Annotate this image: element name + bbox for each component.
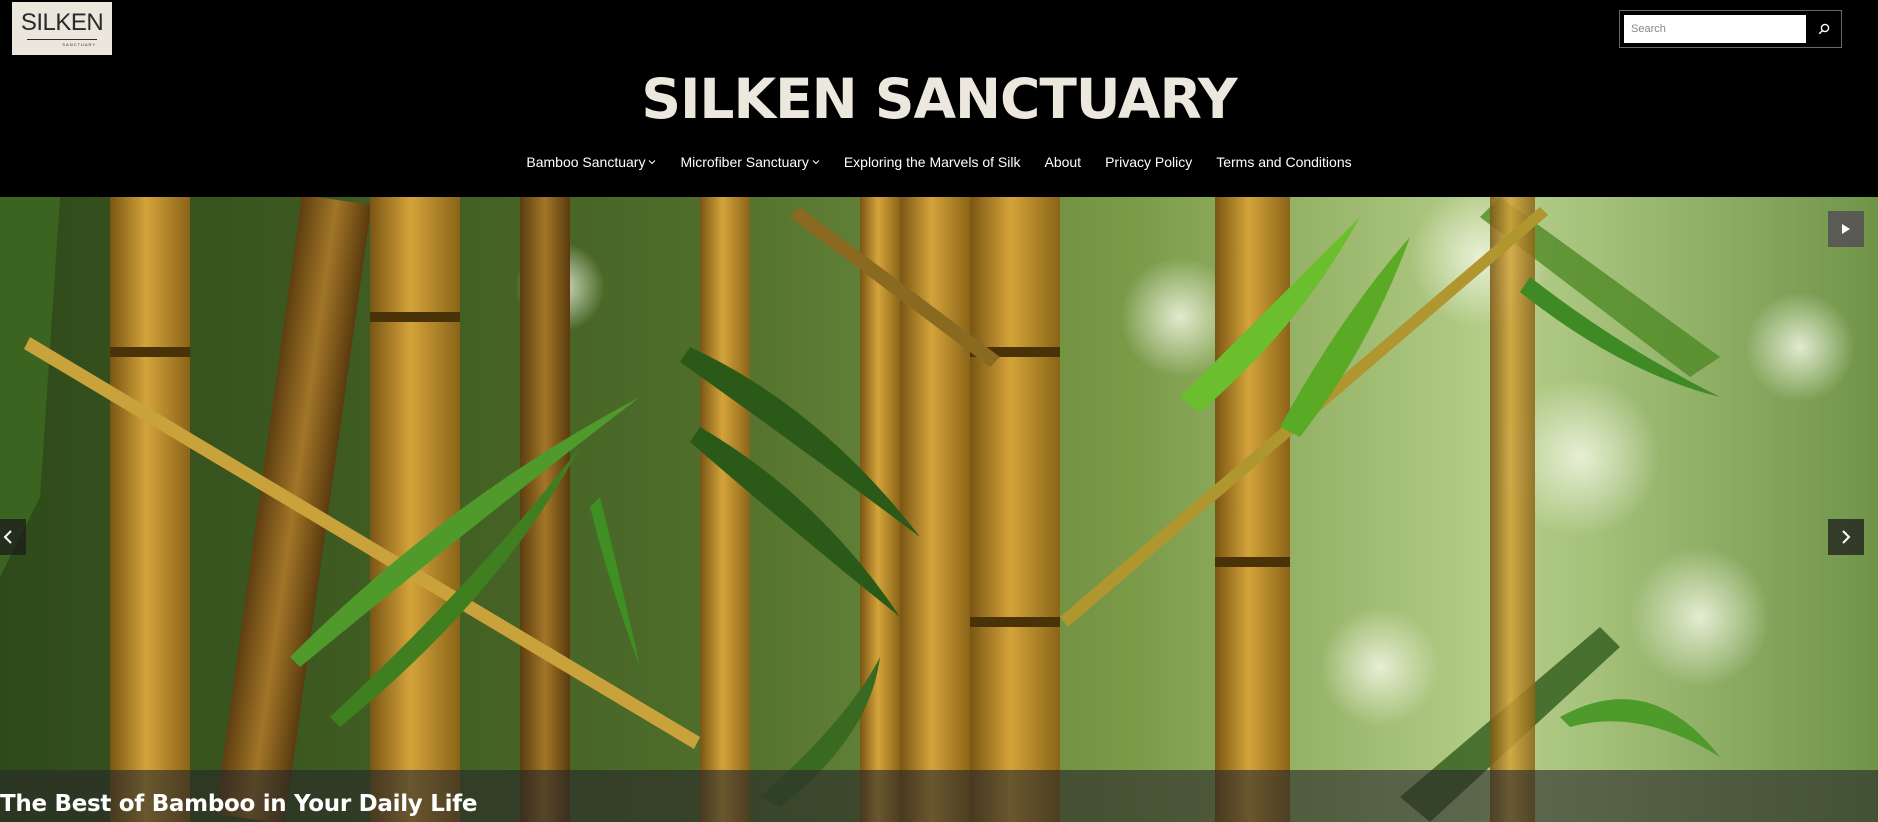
chevron-down-icon [812, 160, 820, 165]
search-button[interactable] [1810, 15, 1838, 43]
chevron-right-icon [1842, 530, 1851, 544]
chevron-left-icon [3, 530, 12, 544]
site-logo[interactable]: SILKEN SANCTUARY [12, 2, 112, 55]
bamboo-forest-image [0, 197, 1878, 822]
slider-next-button[interactable] [1828, 519, 1864, 555]
nav-item-about[interactable]: About [1044, 154, 1081, 170]
nav-item-microfiber-sanctuary[interactable]: Microfiber Sanctuary [680, 154, 820, 170]
chevron-down-icon [649, 160, 656, 165]
slide-caption[interactable]: The Best of Bamboo in Your Daily Life [0, 791, 477, 817]
site-title[interactable]: SILKEN SANCTUARY [0, 64, 1878, 134]
logo-subtext: SANCTUARY [62, 41, 96, 47]
nav-item-label: Exploring the Marvels of Silk [843, 154, 1021, 170]
nav-item-bamboo-sanctuary[interactable]: Bamboo Sanctuary [526, 154, 656, 170]
nav-item-label: Bamboo Sanctuary [526, 154, 646, 170]
slider-prev-button[interactable] [0, 519, 26, 555]
nav-item-label: Terms and Conditions [1216, 154, 1352, 170]
play-icon [1842, 224, 1850, 234]
search-form [1619, 10, 1842, 48]
main-navigation: Bamboo Sanctuary Microfiber Sanctuary Ex… [0, 154, 1878, 170]
logo-rule [27, 38, 97, 40]
hero-slider: The Best of Bamboo in Your Daily Life [0, 197, 1878, 822]
search-input[interactable] [1624, 15, 1806, 43]
slider-play-button[interactable] [1828, 211, 1864, 247]
nav-item-label: Privacy Policy [1105, 154, 1193, 170]
site-header: SILKEN SANCTUARY SILKEN SANCTUARY Bamboo… [0, 0, 1878, 197]
search-icon [1818, 23, 1830, 35]
logo-text: SILKEN [20, 8, 104, 36]
nav-item-terms[interactable]: Terms and Conditions [1216, 154, 1351, 170]
nav-item-exploring-silk[interactable]: Exploring the Marvels of Silk [844, 154, 1021, 170]
nav-item-label: About [1044, 154, 1082, 170]
nav-item-label: Microfiber Sanctuary [680, 154, 809, 170]
nav-item-privacy-policy[interactable]: Privacy Policy [1105, 154, 1192, 170]
